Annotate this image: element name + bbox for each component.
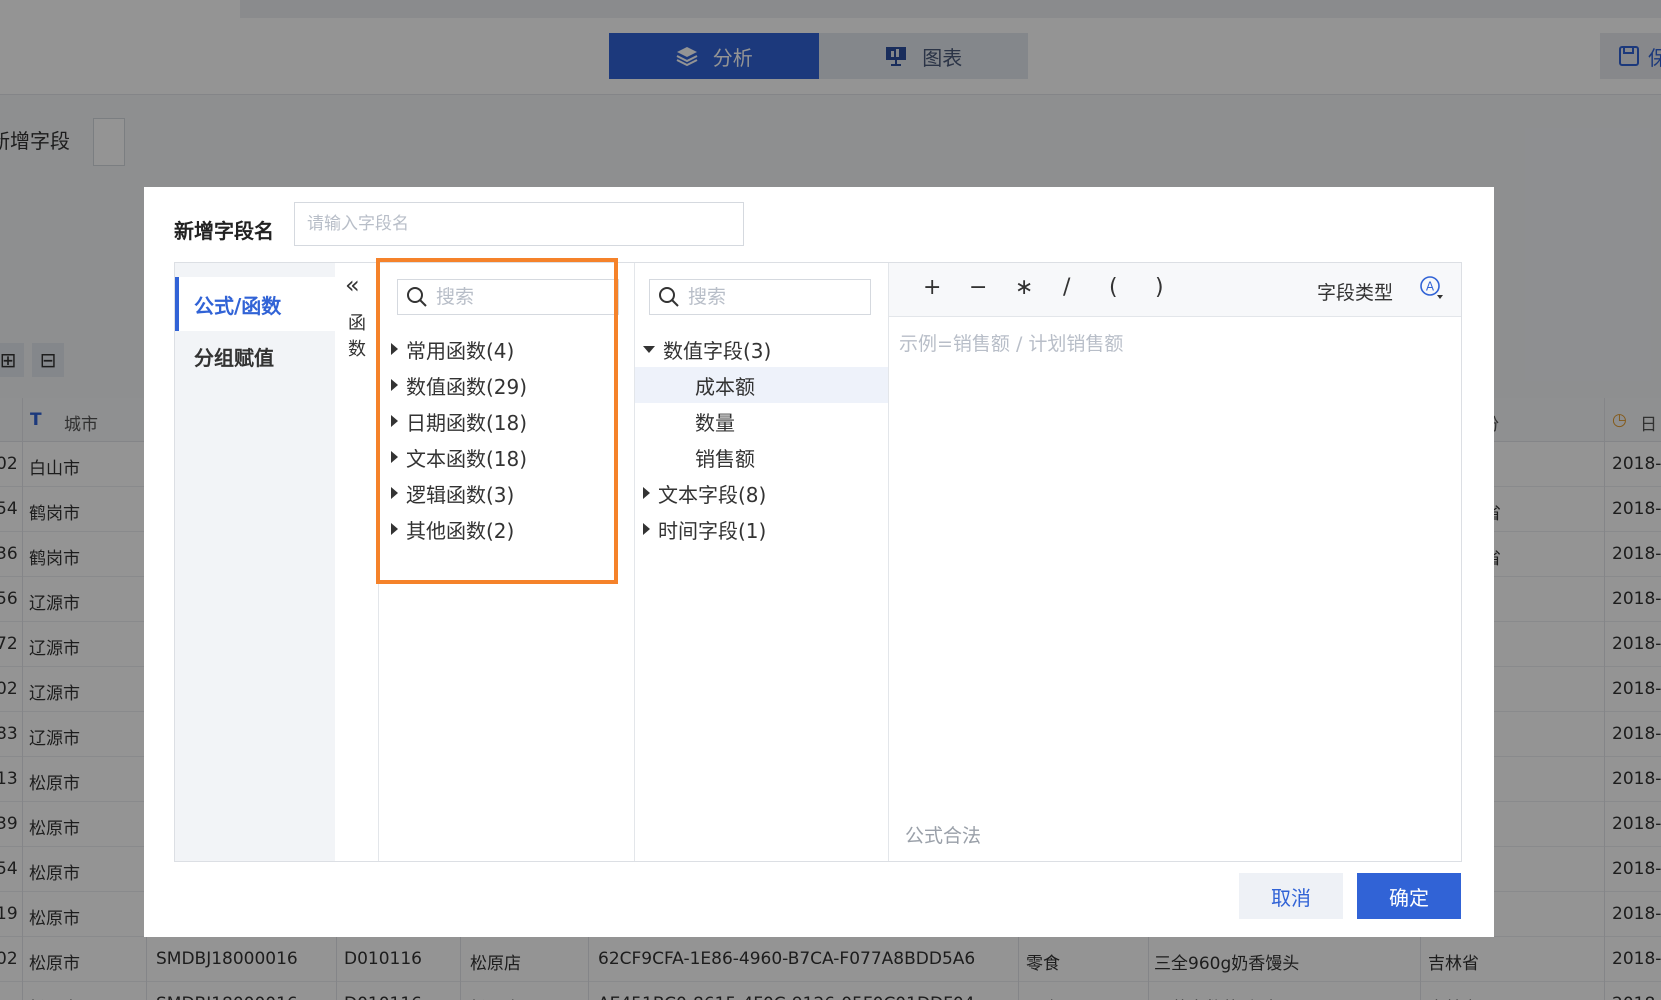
field-type-dropdown-icon[interactable]: A: [1419, 275, 1445, 301]
editor-left-nav: 公式/函数 分组赋值: [175, 263, 335, 861]
field-type-label: 字段类型: [1317, 282, 1394, 304]
field-item-sales[interactable]: 销售额: [635, 439, 888, 475]
formula-status: 公式合法: [905, 825, 982, 847]
operator-bar: + − ∗ / ( ) 字段类型 A: [889, 263, 1461, 317]
collapse-double-left-icon[interactable]: «: [345, 271, 360, 299]
op-lparen-button[interactable]: (: [1109, 275, 1118, 300]
nav-group-assign[interactable]: 分组赋值: [175, 329, 335, 383]
search-icon: [659, 287, 679, 307]
formula-editor: 公式/函数 分组赋值 « 函 数 常用函数(4)数值函数(29)日期函数(18)…: [174, 262, 1462, 862]
op-multiply-button[interactable]: ∗: [1015, 275, 1033, 300]
formula-textarea[interactable]: [889, 317, 1461, 817]
function-list-highlight: [376, 258, 618, 584]
cancel-button[interactable]: 取消: [1239, 873, 1343, 919]
ok-button[interactable]: 确定: [1357, 873, 1461, 919]
caret-down-icon: [643, 345, 655, 353]
add-field-dialog: 新增字段名 公式/函数 分组赋值 « 函 数 常用函数(4)数值函数(29)日期…: [144, 187, 1494, 937]
function-char: 函: [348, 313, 366, 334]
op-minus-button[interactable]: −: [969, 275, 987, 300]
tree-group-label: 数值字段(3): [663, 338, 772, 363]
field-search-input[interactable]: [688, 286, 870, 308]
function-vertical-label: 函 数: [346, 311, 368, 363]
tree-group-text[interactable]: 文本字段(8): [635, 475, 888, 511]
formula-area: + − ∗ / ( ) 字段类型 A 公式合法: [889, 263, 1461, 861]
tree-group-numeric[interactable]: 数值字段(3): [635, 331, 888, 367]
dialog-title: 新增字段名: [174, 219, 274, 243]
field-search[interactable]: [649, 279, 871, 315]
field-panel: 数值字段(3) 成本额 数量 销售额 文本字段(8) 时间字段(1): [635, 263, 889, 861]
op-rparen-button[interactable]: ): [1155, 275, 1164, 300]
function-collapse-column: « 函 数: [335, 263, 379, 861]
svg-text:A: A: [1426, 280, 1435, 294]
tree-group-time[interactable]: 时间字段(1): [635, 511, 888, 547]
op-divide-button[interactable]: /: [1063, 275, 1070, 300]
tree-group-label: 文本字段(8): [658, 482, 767, 507]
caret-right-icon: [643, 523, 650, 535]
field-item-cost[interactable]: 成本额: [635, 367, 888, 403]
function-char: 数: [348, 339, 366, 360]
field-name-input[interactable]: [294, 202, 744, 246]
op-plus-button[interactable]: +: [923, 275, 941, 300]
caret-right-icon: [643, 487, 650, 499]
field-item-quantity[interactable]: 数量: [635, 403, 888, 439]
nav-formula-function[interactable]: 公式/函数: [175, 277, 335, 331]
tree-group-label: 时间字段(1): [658, 518, 767, 543]
